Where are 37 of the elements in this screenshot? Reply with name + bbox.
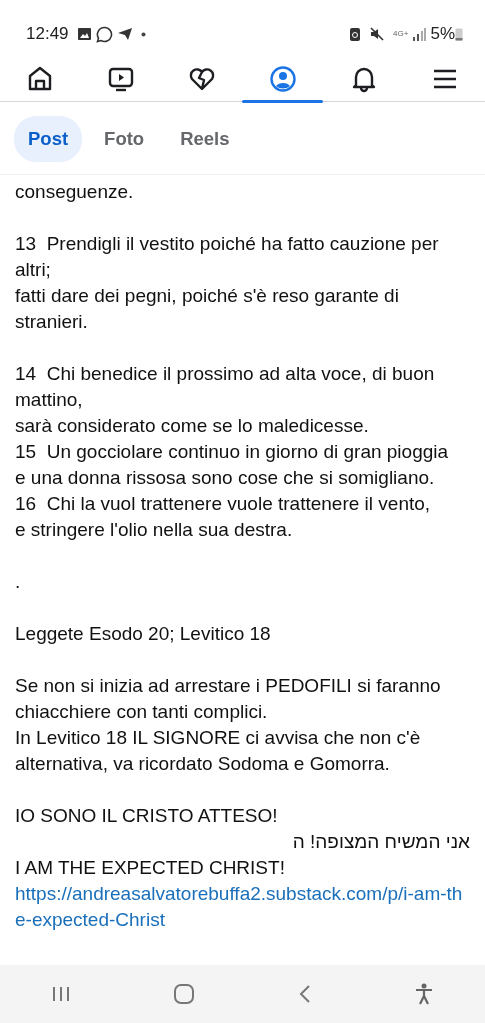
mute-icon [369,26,386,42]
post-text-line: e stringere l'olio nella sua destra. [15,517,294,542]
heart-icon [188,65,217,93]
post-text-line: fatti dare dei pegni, poiché s'è reso garante di stranieri. [15,283,400,334]
post-text-line: 13 Prendigli il vestito poiché ha fatto cauzione per altri; [15,231,440,282]
send-icon [116,27,133,41]
clock: 12:49 [26,23,69,46]
recents-button[interactable] [51,985,72,1003]
accessibility-button[interactable] [413,983,434,1005]
post-text-line: conseguenze. [15,179,135,204]
post-text-line: אני המשיח המצופה! ה [291,829,470,854]
filter-tab[interactable]: Post [14,116,83,162]
back-button[interactable] [297,984,312,1004]
post-text-line: . [15,569,22,594]
filter-tab[interactable]: Reels [166,116,244,162]
battery-icon [455,27,463,41]
post-text-line: Leggete Esodo 20; Levitico 18 [15,621,272,646]
profile-icon [268,65,297,93]
signal-icon [412,27,427,41]
post-text-line: Se non si inizia ad arrestare i PEDOFILI si faranno chiacchiere con tanti complici. [15,673,442,724]
dot-icon [140,31,146,37]
gallery-icon [76,27,92,41]
home-button[interactable] [173,983,196,1005]
battery-percent: 5% [430,23,455,46]
post-text-line: sarà considerato come se lo maledicesse. [15,413,370,438]
post-text-line: IO SONO IL CRISTO ATTESO! [15,803,279,828]
post-text-line: e una donna rissosa sono cose che si somigliano. [15,465,436,490]
video-icon [107,65,136,93]
post-text-line: I AM THE EXPECTED CHRIST! [15,855,286,880]
battery-saver-icon [349,26,362,42]
post-text-line: 16 Chi la vuol trattenere vuole trattenere il vento, [15,491,432,516]
post-link[interactable]: https://andreasalvatorebuffa2.substack.com/p/i-am-the-expected-Christ [15,880,470,933]
filter-tab[interactable]: Foto [90,116,159,162]
chat-icon [95,25,113,43]
post-text-line: 15 Un gocciolare continuo in giorno di gran pioggia [15,439,450,464]
network-type: 4G+ [393,30,409,38]
post-text-line: In Levitico 18 IL SIGNORE ci avvisa che non c'è alternativa, va ricordato Sodoma e Gomorra. [15,725,422,776]
